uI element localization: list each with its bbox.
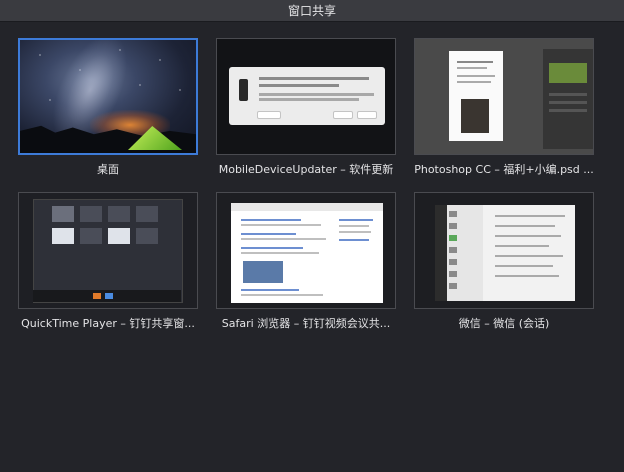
window-caption: QuickTime Player – 钉钉共享窗... bbox=[21, 317, 195, 330]
window-thumbnail[interactable] bbox=[216, 38, 396, 155]
phone-icon bbox=[239, 79, 248, 101]
player-controls bbox=[33, 290, 181, 302]
update-dialog-preview bbox=[229, 67, 385, 125]
window-caption: Safari 浏览器 – 钉钉视频会议共... bbox=[221, 317, 391, 330]
window-thumbnail[interactable] bbox=[414, 192, 594, 309]
window-tile-photoshop[interactable]: Photoshop CC – 福利+小编.psd ... bbox=[414, 38, 594, 177]
window-caption: MobileDeviceUpdater – 软件更新 bbox=[218, 163, 394, 176]
window-thumbnail[interactable] bbox=[18, 38, 198, 155]
window-tile-desktop[interactable]: 桌面 bbox=[18, 38, 198, 177]
window-caption: 微信 – 微信 (会话) bbox=[458, 317, 550, 330]
window-thumbnail[interactable] bbox=[414, 38, 594, 155]
window-tile-safari[interactable]: Safari 浏览器 – 钉钉视频会议共... bbox=[216, 192, 396, 331]
panel-preview bbox=[543, 49, 593, 149]
title-bar: 窗口共享 bbox=[0, 0, 624, 22]
window-thumbnail[interactable] bbox=[216, 192, 396, 309]
window-caption: 桌面 bbox=[97, 163, 119, 176]
window-caption: Photoshop CC – 福利+小编.psd ... bbox=[414, 163, 594, 176]
window-tile-mobiledeviceupdater[interactable]: MobileDeviceUpdater – 软件更新 bbox=[216, 38, 396, 177]
player-preview bbox=[33, 199, 183, 303]
webpage-preview bbox=[231, 203, 383, 303]
window-share-dialog: 窗口共享 桌面 MobileDeviceUpdater – 软件更新 Photo… bbox=[0, 0, 624, 472]
window-tile-quicktime[interactable]: QuickTime Player – 钉钉共享窗... bbox=[18, 192, 198, 331]
window-tile-wechat[interactable]: 微信 – 微信 (会话) bbox=[414, 192, 594, 331]
window-thumbnail[interactable] bbox=[18, 192, 198, 309]
window-title: 窗口共享 bbox=[287, 4, 336, 18]
